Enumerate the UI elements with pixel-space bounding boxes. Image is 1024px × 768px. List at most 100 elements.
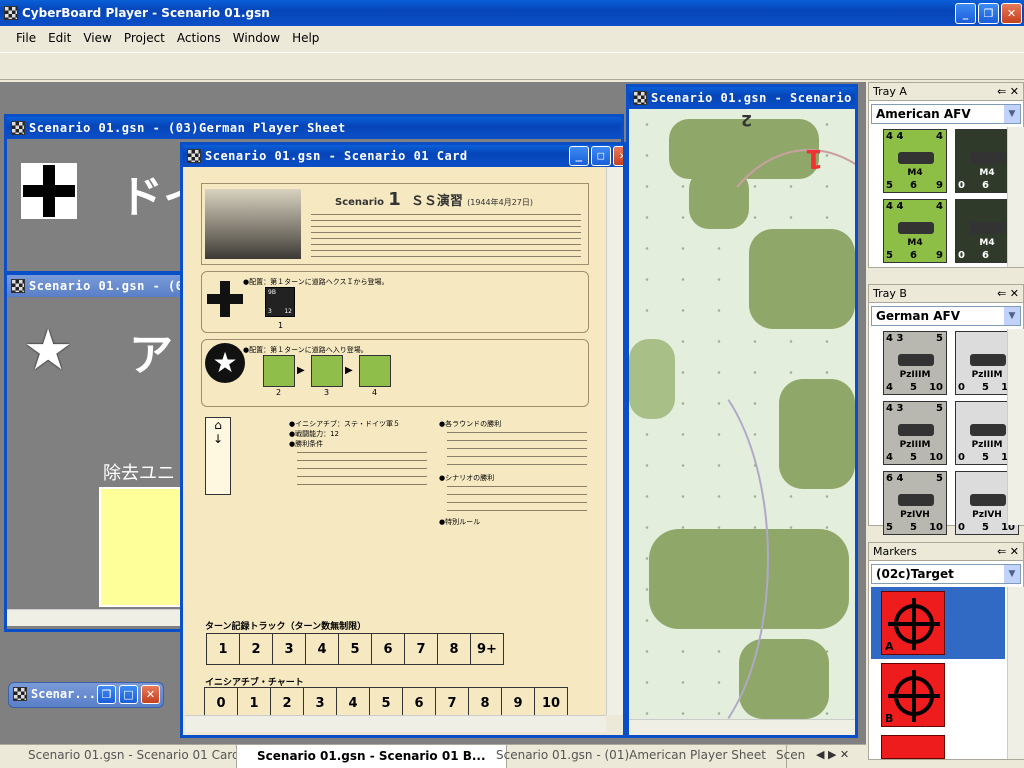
card-window[interactable]: Scenario 01.gsn - Scenario 01 Card _ □ ✕… bbox=[180, 142, 626, 738]
tank-icon bbox=[970, 494, 1006, 506]
menu-actions[interactable]: Actions bbox=[171, 28, 227, 48]
tab-nav-arrows[interactable]: ◀ ▶ ✕ bbox=[816, 748, 849, 761]
tray-b-scroll[interactable] bbox=[1007, 329, 1024, 525]
tray-a-select[interactable]: American AFV ▼ bbox=[871, 104, 1021, 124]
chevron-down-icon[interactable]: ▼ bbox=[1004, 565, 1020, 583]
rules-text-block-3 bbox=[447, 483, 587, 513]
scenario-card: Scenario 1 ＳＳ演習 (1944年4月27日) ●配置：第１ターンに道… bbox=[185, 167, 605, 715]
card-maximize-button[interactable]: □ bbox=[591, 146, 611, 166]
chevron-down-icon[interactable]: ▼ bbox=[1004, 105, 1020, 123]
menu-view[interactable]: View bbox=[77, 28, 117, 48]
menu-file[interactable]: File bbox=[10, 28, 42, 48]
tray-a-header: Tray A bbox=[873, 85, 907, 98]
tab-scenario-board[interactable]: Scenario 01.gsn - Scenario 01 B... bbox=[236, 744, 507, 768]
menu-help[interactable]: Help bbox=[286, 28, 325, 48]
markers-select[interactable]: (02c)Target ▼ bbox=[871, 564, 1021, 584]
tray-b-select[interactable]: German AFV ▼ bbox=[871, 306, 1021, 326]
minimize-button[interactable]: _ bbox=[955, 3, 976, 24]
chevron-down-icon[interactable]: ▼ bbox=[1004, 307, 1020, 325]
iron-cross-icon bbox=[21, 163, 77, 219]
counter-tile[interactable]: 4 4 4 5 9 M4 6 bbox=[883, 129, 947, 193]
tank-icon bbox=[898, 222, 934, 234]
minimized-window-title: Scenar... bbox=[31, 687, 97, 701]
arrow-2: ▶ bbox=[345, 365, 353, 376]
target-marker-a[interactable]: A bbox=[881, 591, 945, 655]
counter-tile[interactable]: 4 3 5 4 10 PzIIIM 5 bbox=[883, 401, 947, 465]
markers-close-icon[interactable]: ⇐ ✕ bbox=[997, 543, 1019, 561]
tank-icon bbox=[970, 152, 1006, 164]
tray-b-header: Tray B bbox=[873, 287, 907, 300]
removed-units-label: 除去ユニ bbox=[103, 463, 175, 484]
board-hex-label: 2 bbox=[741, 111, 753, 130]
counter-tile[interactable]: 4 3 5 4 10 PzIIIM 5 bbox=[883, 331, 947, 395]
counter-tile[interactable]: 6 4 5 5 10 PzIVH 5 bbox=[883, 471, 947, 535]
board-hex-marker: 1 bbox=[805, 143, 824, 173]
scenario-date: (1944年4月27日) bbox=[467, 198, 533, 207]
close-button[interactable]: ✕ bbox=[1001, 3, 1022, 24]
menu-project[interactable]: Project bbox=[118, 28, 171, 48]
card-hscroll[interactable] bbox=[185, 715, 606, 732]
turn-indicator-box: ⌂ ↓ bbox=[205, 417, 231, 495]
tab-overflow[interactable]: Scen bbox=[766, 744, 815, 768]
turn-cell-5: 5 bbox=[338, 633, 372, 665]
tank-icon bbox=[970, 222, 1006, 234]
german-setup-text: ●配置：第１ターンに道路ヘクスＩから登場。 bbox=[243, 278, 389, 286]
tray-a-scroll[interactable] bbox=[1007, 127, 1024, 267]
card-titlebar[interactable]: Scenario 01.gsn - Scenario 01 Card _ □ ✕ bbox=[183, 145, 623, 167]
app-title: CyberBoard Player - Scenario 01.gsn bbox=[22, 6, 270, 20]
tank-icon bbox=[898, 494, 934, 506]
scenario-description bbox=[311, 211, 581, 257]
card-close-button[interactable]: ✕ bbox=[613, 146, 623, 166]
minimized-window[interactable]: Scenar... ❐ □ ✕ bbox=[8, 682, 164, 708]
tab-scenario-card[interactable]: Scenario 01.gsn - Scenario 01 Card bbox=[8, 744, 261, 768]
american-sheet-hscroll[interactable] bbox=[7, 609, 183, 626]
menu-edit[interactable]: Edit bbox=[42, 28, 77, 48]
turn-track: 1 2 3 4 5 6 7 8 9+ bbox=[206, 633, 504, 665]
initiative-chart: 0 1 2 3 4 5 6 7 8 9 10 bbox=[204, 687, 568, 715]
german-cross-icon bbox=[207, 281, 243, 317]
card-vscroll[interactable] bbox=[606, 167, 623, 715]
board-window[interactable]: Scenario 01.gsn - Scenario 01 1 2 bbox=[626, 84, 858, 738]
scenario-number: 1 bbox=[388, 189, 401, 210]
german-unit-counter: 9B 3 12 bbox=[265, 287, 295, 317]
target-marker-c[interactable] bbox=[881, 735, 945, 759]
tab-american-sheet[interactable]: Scenario 01.gsn - (01)American Player Sh… bbox=[476, 744, 787, 768]
tray-b-close-icon[interactable]: ⇐ ✕ bbox=[997, 285, 1019, 303]
minimized-restore-button[interactable]: ❐ bbox=[97, 685, 116, 704]
turn-cell-4: 4 bbox=[305, 633, 339, 665]
american-unit-counter-2 bbox=[311, 355, 343, 387]
menu-window[interactable]: Window bbox=[227, 28, 286, 48]
minimized-close-button[interactable]: ✕ bbox=[141, 685, 160, 704]
special-rule-title: ●特別ルール bbox=[439, 518, 481, 526]
rules-text-block-1 bbox=[297, 449, 427, 489]
tank-icon bbox=[898, 424, 934, 436]
toolbar: ⌂ ⌂ ⌂ ⏮ ◀ ▶ ⏭ ⏩ ■ 🗋 📂 💾 ⎘ ⎙ ? 🔍 % ▦ ◯ ◯ … bbox=[0, 52, 1024, 129]
restore-button[interactable]: ❐ bbox=[978, 3, 999, 24]
board-titlebar[interactable]: Scenario 01.gsn - Scenario 01 bbox=[629, 87, 855, 109]
american-unit-counter-3 bbox=[359, 355, 391, 387]
target-marker-b[interactable]: B bbox=[881, 663, 945, 727]
initiative-text: ●イニシアチブ：ステ・ドイツ軍５ bbox=[289, 420, 400, 428]
american-sheet-heading: ア bbox=[129, 330, 173, 381]
board-hscroll[interactable] bbox=[629, 719, 855, 735]
menu-bar: File Edit View Project Actions Window Help bbox=[10, 28, 325, 50]
tray-a-tiles: 4 4459M46409M464 4459M46409M46 bbox=[869, 127, 1019, 267]
tray-b-panel: Tray B ⇐ ✕ German AFV▼ 4 35410PzIIIM55010… bbox=[868, 284, 1024, 535]
american-star-icon: ★ bbox=[205, 343, 245, 383]
app-icon bbox=[4, 6, 18, 20]
markers-scroll[interactable] bbox=[1007, 587, 1024, 759]
card-minimize-button[interactable]: _ bbox=[569, 146, 589, 166]
arrow-1: ▶ bbox=[297, 365, 305, 376]
tray-a-close-icon[interactable]: ⇐ ✕ bbox=[997, 83, 1019, 101]
german-sheet-titlebar[interactable]: Scenario 01.gsn - (03)German Player Shee… bbox=[7, 117, 621, 139]
game-turns-text: ●戦闘能力：12 bbox=[289, 430, 340, 438]
turn-track-title: ターン記録トラック（ターン数無制限） bbox=[205, 622, 367, 632]
american-setup-text: ●配置：第１ターンに道路へ入り登場。 bbox=[243, 346, 368, 354]
counter-tile[interactable]: 4 4 4 5 9 M4 6 bbox=[883, 199, 947, 263]
game-board-map[interactable]: 1 2 bbox=[629, 109, 855, 719]
tray-b-tiles: 4 35410PzIIIM55010PzIIIM54 35410PzIIIM55… bbox=[869, 329, 1019, 535]
turn-cell-1: 1 bbox=[206, 633, 240, 665]
minimized-maximize-button[interactable]: □ bbox=[119, 685, 138, 704]
tank-icon bbox=[898, 152, 934, 164]
turn-cell-7: 7 bbox=[404, 633, 438, 665]
